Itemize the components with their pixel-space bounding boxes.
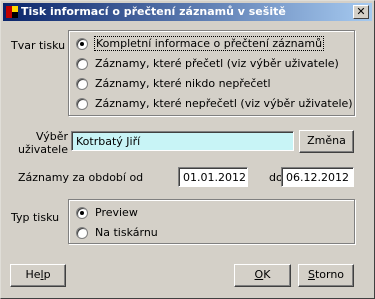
radio-button[interactable] (76, 207, 88, 219)
change-user-button[interactable]: Změna (299, 130, 354, 153)
radio-label: Záznamy, které nikdo nepřečetl (95, 77, 271, 90)
storno-button[interactable]: Storno (298, 264, 354, 287)
help-button-suffix: p (43, 268, 51, 281)
app-icon (6, 6, 18, 18)
storno-button-mnemonic: S (307, 268, 315, 281)
user-field[interactable]: Kotrbatý Jiří (71, 131, 294, 151)
radio-button[interactable] (76, 78, 88, 90)
title-bar[interactable]: Tisk informací o přečtení záznamů v seši… (3, 3, 372, 21)
close-button[interactable]: ✕ (353, 5, 369, 19)
output-type-group: Preview Na tiskárnu (68, 199, 355, 244)
radio-button[interactable] (76, 38, 88, 50)
user-select-label-line2: uživatele (18, 143, 68, 156)
radio-label: Záznamy, které přečetl (viz výběr uživat… (95, 57, 339, 70)
dialog-window: Tisk informací o přečtení záznamů v seši… (0, 0, 375, 299)
print-type-group: Kompletní informace o přečtení záznamů Z… (68, 30, 355, 116)
close-icon: ✕ (356, 5, 366, 18)
radio-button[interactable] (76, 227, 88, 239)
radio-label: Na tiskárnu (95, 226, 158, 239)
window-title: Tisk informací o přečtení záznamů v seši… (21, 5, 286, 18)
radio-button[interactable] (76, 98, 88, 110)
radio-label: Záznamy, které nepřečetl (viz výběr uživ… (95, 97, 353, 110)
radio-label: Kompletní informace o přečtení záznamů (93, 36, 325, 51)
radio-label: Preview (95, 206, 138, 219)
date-from-input[interactable]: 01.01.2012 (178, 167, 248, 187)
period-label: Záznamy za období od (18, 171, 144, 184)
radio-button[interactable] (76, 58, 88, 70)
ok-button-mnemonic: O (254, 268, 264, 281)
help-button[interactable]: Help (10, 264, 66, 287)
storno-button-suffix: torno (314, 268, 345, 281)
user-select-label-line1: Výběr (36, 130, 69, 143)
ok-button-suffix: K (263, 268, 271, 281)
print-type-label: Tvar tisku (11, 39, 66, 52)
date-to-input[interactable]: 06.12.2012 (281, 167, 354, 187)
ok-button[interactable]: OK (234, 264, 291, 287)
help-button-prefix: He (25, 268, 41, 281)
output-type-label: Typ tisku (11, 211, 60, 224)
